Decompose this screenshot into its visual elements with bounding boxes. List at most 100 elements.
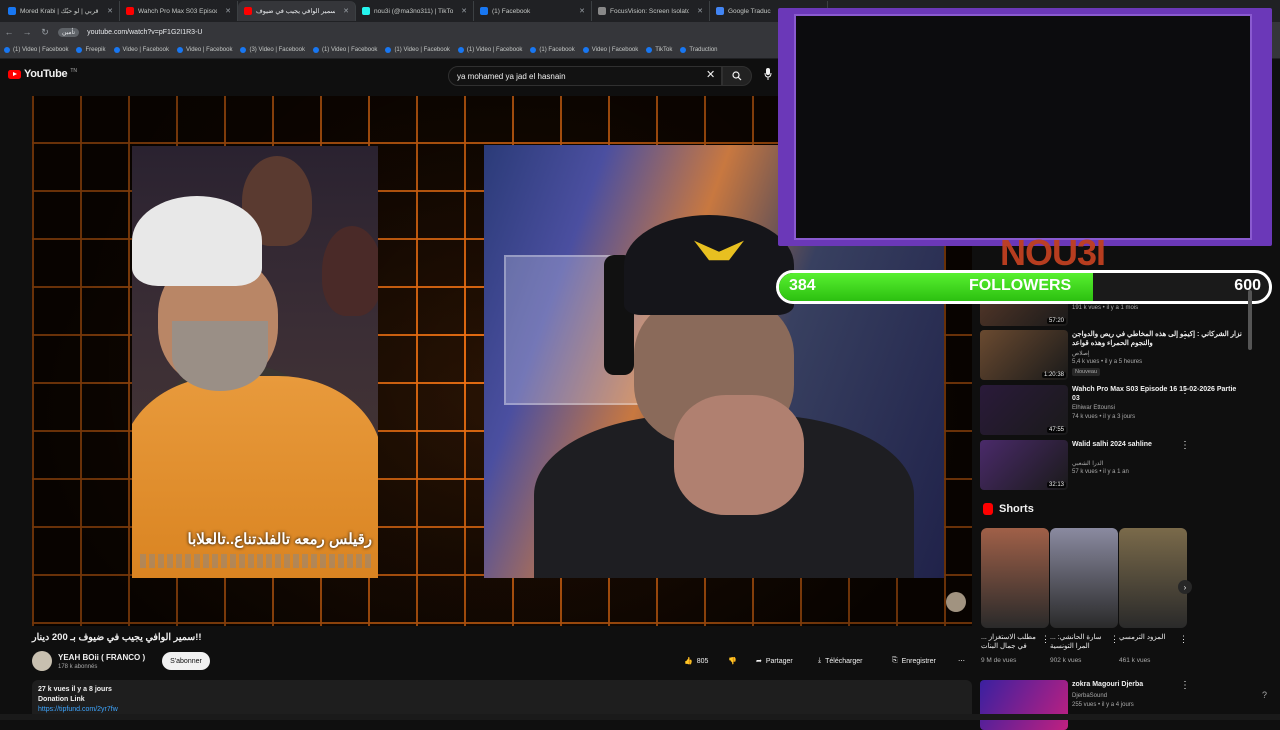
bookmark-item[interactable]: (3) Video | Facebook bbox=[240, 47, 305, 53]
site-info-badge[interactable]: تأمين bbox=[58, 27, 80, 37]
video-thumbnail[interactable]: 32:13 bbox=[980, 440, 1068, 490]
short-caption[interactable]: مطلب الاستغزاز ... في جمال البنات bbox=[981, 633, 1039, 651]
tab-favicon-icon bbox=[598, 7, 606, 15]
help-icon[interactable]: ? bbox=[1262, 690, 1267, 700]
video-caption: رقيلس رمعه تالفلدتناع..تالعلابا bbox=[187, 531, 372, 548]
tab-label: FocusVision: Screen Isolator | C bbox=[610, 7, 689, 15]
recommended-title[interactable]: Wahch Pro Max S03 Episode 16 15-02-2026 … bbox=[1072, 385, 1242, 403]
back-icon[interactable]: ← bbox=[4, 27, 14, 37]
browser-tab[interactable]: Wahch Pro Max S03 Episode 1 ✕ bbox=[120, 1, 238, 21]
mic-icon[interactable] bbox=[764, 68, 774, 82]
browser-tab[interactable]: nou3i (@ma3no311) | TikTok ✕ bbox=[356, 1, 474, 21]
recommended-meta: 5,4 k vues • il y a 5 heures bbox=[1072, 359, 1143, 365]
more-icon[interactable]: ⋮ bbox=[1041, 634, 1050, 645]
sidebar-scrollbar[interactable] bbox=[1248, 290, 1252, 350]
search-input[interactable]: ya mohamed ya jad el hasnain bbox=[448, 66, 722, 86]
forward-icon[interactable]: → bbox=[22, 27, 32, 37]
left-video-panel: رقيلس رمعه تالفلدتناع..تالعلابا bbox=[132, 146, 378, 578]
bookmark-item[interactable]: (1) Video | Facebook bbox=[4, 47, 68, 53]
save-button[interactable]: ⎘ Enregistrer bbox=[886, 652, 942, 670]
duration-badge: 1:20:38 bbox=[1041, 372, 1066, 378]
short-caption[interactable]: سارة الحانشي: ... المرا التونسية bbox=[1050, 633, 1108, 651]
download-button[interactable]: ⤓ Télécharger bbox=[812, 652, 868, 670]
more-icon[interactable]: ⋮ bbox=[1110, 634, 1119, 645]
recommended-item[interactable]: 1:20:38 نزار الشركاني : إكيمو إلى هذه الم… bbox=[980, 330, 1260, 380]
bookmark-label: Traduction bbox=[689, 47, 718, 53]
browser-tab[interactable]: (1) Facebook ✕ bbox=[474, 1, 592, 21]
short-caption[interactable]: المزود الترمسي bbox=[1119, 633, 1177, 642]
youtube-logo[interactable]: YouTube TN bbox=[8, 68, 77, 80]
bookmark-item[interactable]: (1) Video | Facebook bbox=[312, 47, 377, 53]
bookmark-label: (1) Video | Facebook bbox=[466, 47, 523, 53]
close-icon[interactable]: ✕ bbox=[706, 68, 715, 81]
close-tab-icon[interactable]: ✕ bbox=[343, 7, 349, 15]
browser-tab[interactable]: سمير الوافي يجيب في ضيوف ✕ bbox=[238, 1, 356, 21]
overlay-screen bbox=[794, 14, 1252, 240]
bookmark-item[interactable]: Video | Facebook bbox=[176, 47, 233, 53]
more-actions-button[interactable]: ⋯ bbox=[952, 652, 971, 670]
bookmark-label: Video | Facebook bbox=[122, 47, 169, 53]
short-thumbnail[interactable] bbox=[981, 528, 1049, 628]
bookmark-item[interactable]: Freepik bbox=[76, 47, 106, 53]
recommended-channel[interactable]: DjerbaSound bbox=[1072, 693, 1107, 699]
browser-tab[interactable]: Mored Krabi | مراد قربي | لو حبّك ✕ bbox=[2, 1, 120, 21]
more-icon: ⋯ bbox=[958, 658, 965, 665]
like-button[interactable]: 👍 805 bbox=[678, 652, 714, 670]
bookmark-label: (3) Video | Facebook bbox=[249, 47, 305, 53]
stream-overlay-frame bbox=[778, 8, 1272, 246]
video-thumbnail[interactable]: 1:20:38 bbox=[980, 330, 1068, 380]
recommended-title[interactable]: zokra Magouri Djerba bbox=[1072, 680, 1242, 689]
bookmark-label: Video | Facebook bbox=[185, 47, 233, 53]
dislike-button[interactable]: 👎 bbox=[722, 652, 743, 670]
shorts-title: Shorts bbox=[999, 503, 1034, 515]
close-tab-icon[interactable]: ✕ bbox=[697, 7, 703, 15]
tab-label: سمير الوافي يجيب في ضيوف bbox=[256, 8, 336, 15]
download-label: Télécharger bbox=[825, 657, 863, 665]
more-icon[interactable]: ⋮ bbox=[1180, 440, 1190, 451]
bookmark-favicon-icon bbox=[646, 47, 653, 53]
recommended-channel[interactable]: الدرا الشعبي bbox=[1072, 460, 1103, 467]
more-icon[interactable]: ⋮ bbox=[1179, 634, 1188, 645]
url-field[interactable]: youtube.com/watch?v=pF1G2I1R3-U bbox=[87, 29, 202, 36]
bookmark-label: (1) Video | Facebook bbox=[13, 47, 69, 53]
bookmark-item[interactable]: Video | Facebook bbox=[113, 47, 169, 53]
search-icon bbox=[732, 71, 742, 81]
recommended-item[interactable]: 47:55 Wahch Pro Max S03 Episode 16 15-02-… bbox=[980, 385, 1260, 435]
short-thumbnail[interactable] bbox=[1050, 528, 1118, 628]
recommended-item[interactable]: 32:13 Walid salhi 2024 sahline الدرا الشعب… bbox=[980, 440, 1260, 490]
recommended-title[interactable]: نزار الشركاني : إكيمو إلى هذه المخاطي في… bbox=[1072, 330, 1242, 348]
bookmark-item[interactable]: (1) Video | Facebook bbox=[457, 47, 523, 53]
youtube-wordmark: YouTube bbox=[24, 68, 68, 80]
bookmark-item[interactable]: (1) Facebook bbox=[530, 47, 575, 53]
channel-watermark-icon[interactable] bbox=[946, 592, 966, 612]
more-icon[interactable]: ⋮ bbox=[1180, 680, 1190, 691]
recommended-channel[interactable]: Elhiwar Ettounsi bbox=[1072, 405, 1115, 411]
close-tab-icon[interactable]: ✕ bbox=[107, 7, 113, 15]
new-badge: Nouveau bbox=[1072, 368, 1101, 376]
bookmark-item[interactable]: TikTok bbox=[646, 47, 672, 53]
bookmark-item[interactable]: Video | Facebook bbox=[582, 47, 638, 53]
reload-icon[interactable]: ↻ bbox=[40, 27, 50, 38]
share-button[interactable]: ➦ Partager bbox=[750, 652, 799, 670]
recommended-item[interactable]: zokra Magouri Djerba DjerbaSound 255 vue… bbox=[980, 680, 1260, 730]
bookmark-item[interactable]: (1) Video | Facebook bbox=[385, 47, 450, 53]
video-thumbnail[interactable] bbox=[980, 680, 1068, 730]
subscribe-button[interactable]: S'abonner bbox=[162, 652, 210, 670]
close-tab-icon[interactable]: ✕ bbox=[225, 7, 231, 15]
video-thumbnail[interactable]: 47:55 bbox=[980, 385, 1068, 435]
short-thumbnail[interactable] bbox=[1119, 528, 1187, 628]
bookmark-item[interactable]: Traduction bbox=[680, 47, 718, 53]
channel-name[interactable]: YEAH BOii ( FRANCO ) bbox=[58, 653, 145, 662]
search-button[interactable] bbox=[722, 66, 752, 86]
recommended-channel[interactable]: إصلاص bbox=[1072, 350, 1090, 357]
chevron-right-icon[interactable]: › bbox=[1178, 580, 1192, 594]
shorts-icon bbox=[983, 503, 993, 515]
more-icon[interactable]: ⋮ bbox=[1180, 385, 1190, 396]
close-tab-icon[interactable]: ✕ bbox=[461, 7, 467, 15]
more-icon[interactable]: ⋮ bbox=[1180, 330, 1190, 341]
browser-tab[interactable]: FocusVision: Screen Isolator | C ✕ bbox=[592, 1, 710, 21]
bookmark-icon: ⎘ bbox=[892, 657, 898, 664]
close-tab-icon[interactable]: ✕ bbox=[579, 7, 585, 15]
recommended-title[interactable]: Walid salhi 2024 sahline bbox=[1072, 440, 1242, 449]
avatar[interactable] bbox=[32, 651, 52, 671]
